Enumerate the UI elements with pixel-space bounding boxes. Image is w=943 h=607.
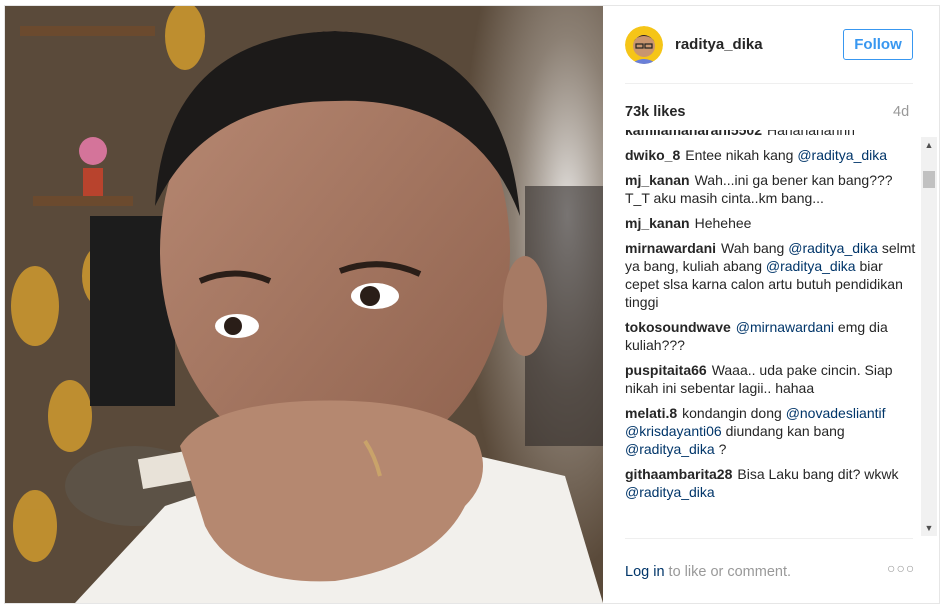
comment-item: githaambarita28 Bisa Laku bang dit? wkwk …	[625, 465, 917, 501]
comment-username[interactable]: tokosoundwave	[625, 319, 731, 335]
comment-mention[interactable]: @raditya_dika	[788, 240, 878, 256]
comment-mention[interactable]: @krisdayanti06	[625, 423, 722, 439]
more-options-icon[interactable]: ○○○	[887, 560, 915, 576]
comment-mention[interactable]: @mirnawardani	[736, 319, 834, 335]
comments-scrollbar[interactable]: ▲ ▼	[921, 137, 937, 536]
comment-mention[interactable]: @raditya_dika	[625, 441, 715, 457]
comments-list[interactable]: kamilamaharani5502 Hahahahahhh dwiko_8 Ente…	[625, 130, 917, 534]
comment-text: Wah bang	[721, 240, 789, 256]
comment-item: mj_kanan Hehehee	[625, 214, 917, 232]
comment-mention[interactable]: @raditya_dika	[625, 484, 715, 500]
username[interactable]: raditya_dika	[675, 36, 763, 53]
post-time[interactable]: 4d	[893, 104, 909, 120]
comment-item: kamilamaharani5502 Hahahahahhh	[625, 130, 917, 139]
follow-button[interactable]: Follow	[843, 29, 913, 60]
comment-text: diundang kan bang	[721, 423, 845, 439]
footer-divider	[625, 538, 913, 539]
post-photo[interactable]	[5, 6, 603, 603]
comment-username[interactable]: mj_kanan	[625, 172, 690, 188]
comment-username[interactable]: mirnawardani	[625, 240, 716, 256]
comment-item: tokosoundwave @mirnawardani emg dia kulia…	[625, 318, 917, 354]
scroll-up-arrow-icon[interactable]: ▲	[921, 137, 937, 153]
login-prompt: Log in to like or comment.	[625, 564, 791, 580]
avatar[interactable]	[625, 26, 663, 64]
comment-username[interactable]: mj_kanan	[625, 215, 690, 231]
likes-count[interactable]: 73k likes	[625, 104, 685, 120]
comment-username[interactable]: melati.8	[625, 405, 677, 421]
comment-mention[interactable]: @raditya_dika	[797, 147, 887, 163]
comment-item: mirnawardani Wah bang @raditya_dika selmt…	[625, 239, 917, 311]
comments-scroll-content: kamilamaharani5502 Hahahahahhh dwiko_8 Ente…	[625, 130, 917, 508]
login-link[interactable]: Log in	[625, 564, 665, 580]
header-divider	[625, 83, 913, 84]
scroll-down-arrow-icon[interactable]: ▼	[921, 520, 937, 536]
comment-text: Bisa Laku bang dit? wkwk	[737, 466, 899, 482]
avatar-image	[625, 26, 663, 64]
comment-item: dwiko_8 Entee nikah kang @raditya_dika	[625, 146, 917, 164]
post-dialog: raditya_dika Follow 73k likes 4d kamilam…	[4, 5, 940, 604]
comment-username[interactable]: puspitaita66	[625, 362, 707, 378]
comment-text: Hehehee	[694, 215, 752, 231]
post-header: raditya_dika Follow	[603, 6, 939, 84]
comment-mention[interactable]: @novadesliantif	[786, 405, 886, 421]
comment-item: melati.8 kondangin dong @novadesliantif @…	[625, 404, 917, 458]
comment-username[interactable]: kamilamaharani5502	[625, 130, 762, 138]
comment-username[interactable]: githaambarita28	[625, 466, 732, 482]
login-prompt-text: to like or comment.	[664, 564, 792, 580]
scrollbar-thumb[interactable]	[923, 171, 935, 188]
post-side-panel: raditya_dika Follow 73k likes 4d kamilam…	[603, 6, 939, 603]
photo-illustration	[5, 6, 603, 603]
comment-username[interactable]: dwiko_8	[625, 147, 680, 163]
comment-item: mj_kanan Wah...ini ga bener kan bang??? T…	[625, 171, 917, 207]
comment-text: Hahahahahhh	[766, 130, 855, 138]
comment-text: ?	[714, 441, 727, 457]
comment-text: kondangin dong	[682, 405, 786, 421]
comment-text: Entee nikah kang	[685, 147, 798, 163]
comment-item: puspitaita66 Waaa.. uda pake cincin. Siap…	[625, 361, 917, 397]
comment-mention[interactable]: @raditya_dika	[766, 258, 856, 274]
